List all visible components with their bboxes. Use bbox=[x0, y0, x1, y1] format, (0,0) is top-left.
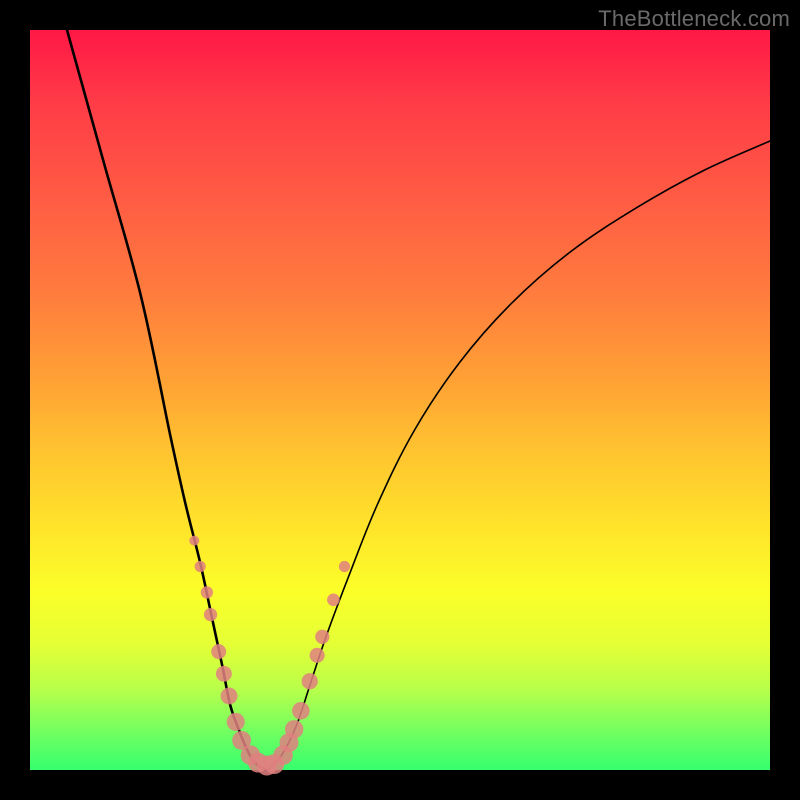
plot-area bbox=[30, 30, 770, 770]
marker-point bbox=[285, 720, 303, 738]
chart-svg bbox=[30, 30, 770, 770]
marker-point bbox=[204, 608, 217, 621]
curve-left bbox=[67, 30, 267, 770]
marker-point bbox=[310, 648, 325, 663]
marker-point bbox=[327, 593, 340, 606]
curve-right bbox=[267, 141, 770, 770]
marker-point bbox=[302, 673, 318, 689]
marker-point bbox=[339, 561, 350, 572]
marker-point bbox=[221, 688, 238, 705]
marker-point bbox=[195, 561, 206, 572]
chart-frame: TheBottleneck.com bbox=[0, 0, 800, 800]
marker-point bbox=[189, 536, 199, 546]
marker-point bbox=[216, 666, 232, 682]
marker-point bbox=[211, 644, 226, 659]
marker-point bbox=[201, 586, 213, 598]
marker-point bbox=[292, 702, 310, 720]
curve-markers bbox=[189, 536, 350, 776]
marker-point bbox=[227, 713, 245, 731]
watermark-text: TheBottleneck.com bbox=[598, 6, 790, 32]
marker-point bbox=[315, 630, 329, 644]
series-left-curve bbox=[67, 30, 267, 770]
series-right-curve bbox=[267, 141, 770, 770]
